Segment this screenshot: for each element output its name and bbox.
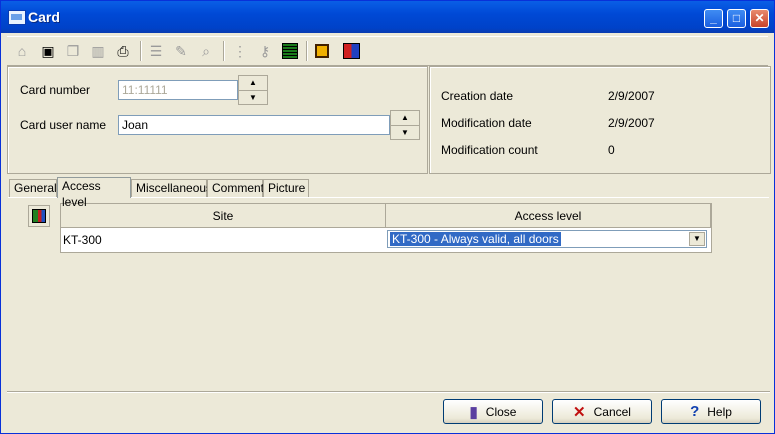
spin-up-icon[interactable]: ▲ <box>239 76 267 91</box>
cancel-button-label: Cancel <box>593 404 631 419</box>
card-number-label: Card number <box>20 83 91 97</box>
help-button-label: Help <box>707 404 732 419</box>
card-icon <box>8 10 26 25</box>
delete-icon[interactable]: ▥ <box>87 40 109 62</box>
spin-up-icon[interactable]: ▲ <box>391 111 419 126</box>
building-icon <box>32 209 46 223</box>
find-icon[interactable]: ⌕ <box>195 40 217 62</box>
minimize-button[interactable]: _ <box>704 9 723 28</box>
creation-date-label: Creation date <box>441 89 514 103</box>
spin-down-icon[interactable]: ▼ <box>239 91 267 105</box>
column-header-access-level[interactable]: Access level <box>386 204 711 228</box>
film-icon[interactable] <box>311 40 333 62</box>
close-button-label: Close <box>485 404 517 419</box>
button-bar <box>7 391 770 430</box>
exit-icon[interactable] <box>340 40 362 62</box>
tab-access-level[interactable]: Access level <box>57 177 131 209</box>
toolbar-separator <box>140 41 142 61</box>
close-window-button[interactable]: ✕ <box>750 9 769 28</box>
card-details-panel: Card number 11:11111 ▲ ▼ Card user name J… <box>7 66 428 174</box>
help-icon: ? <box>690 403 700 420</box>
window-title: Card <box>28 9 60 25</box>
tab-miscellaneous[interactable]: Miscellaneous <box>131 179 212 197</box>
close-button[interactable]: ▮ Close <box>443 399 543 424</box>
new-icon[interactable]: ⌂ <box>11 40 33 62</box>
add-access-level-button[interactable] <box>28 205 50 227</box>
tab-picture[interactable]: Picture <box>263 179 309 197</box>
cancel-button[interactable]: ✕ Cancel <box>552 399 652 424</box>
x-icon: ✕ <box>573 403 586 421</box>
title-bar[interactable]: Card _ □ ✕ <box>1 1 774 33</box>
toolbar: ⌂ ▣ ❐ ▥ ⎙ ☰ ✎ ⌕ ⋮ ⚷ <box>7 36 768 66</box>
card-user-spinner[interactable]: ▲ ▼ <box>390 110 420 140</box>
save-icon[interactable]: ▣ <box>37 40 59 62</box>
card-number-spinner[interactable]: ▲ ▼ <box>238 75 268 105</box>
card-info-panel: Creation date 2/9/2007 Modification date… <box>429 66 771 174</box>
tab-comment[interactable]: Comment <box>207 179 264 197</box>
card-user-name-label: Card user name <box>20 118 107 132</box>
modification-date-label: Modification date <box>441 116 532 130</box>
maximize-button[interactable]: □ <box>727 9 746 28</box>
key-icon[interactable]: ⚷ <box>254 40 276 62</box>
modification-date-value: 2/9/2007 <box>608 116 655 130</box>
access-level-selected: KT-300 - Always valid, all doors <box>390 232 561 246</box>
tab-general[interactable]: General <box>9 179 57 197</box>
list-icon[interactable]: ☰ <box>145 40 167 62</box>
table-row-site-cell[interactable]: KT-300 <box>63 229 383 252</box>
attach-icon[interactable]: ✎ <box>170 40 192 62</box>
column-header-site[interactable]: Site <box>61 204 386 228</box>
help-button[interactable]: ? Help <box>661 399 761 424</box>
print-icon[interactable]: ⎙ <box>112 40 134 62</box>
details-icon[interactable]: ⋮ <box>229 40 251 62</box>
card-number-field[interactable]: 11:11111 <box>118 80 238 100</box>
copy-icon[interactable]: ❐ <box>62 40 84 62</box>
door-icon: ▮ <box>469 403 478 421</box>
card-user-name-field[interactable]: Joan <box>118 115 390 135</box>
creation-date-value: 2/9/2007 <box>608 89 655 103</box>
modification-count-value: 0 <box>608 143 615 157</box>
modification-count-label: Modification count <box>441 143 538 157</box>
card-window: Card _ □ ✕ ⌂ ▣ ❐ ▥ ⎙ ☰ ✎ ⌕ ⋮ ⚷ Card numb… <box>0 0 775 434</box>
toolbar-separator <box>306 41 308 61</box>
access-level-select[interactable]: KT-300 - Always valid, all doors ▼ <box>387 230 707 248</box>
spin-down-icon[interactable]: ▼ <box>391 126 419 140</box>
grid-icon[interactable] <box>279 40 301 62</box>
toolbar-separator <box>223 41 225 61</box>
chevron-down-icon[interactable]: ▼ <box>689 232 705 246</box>
